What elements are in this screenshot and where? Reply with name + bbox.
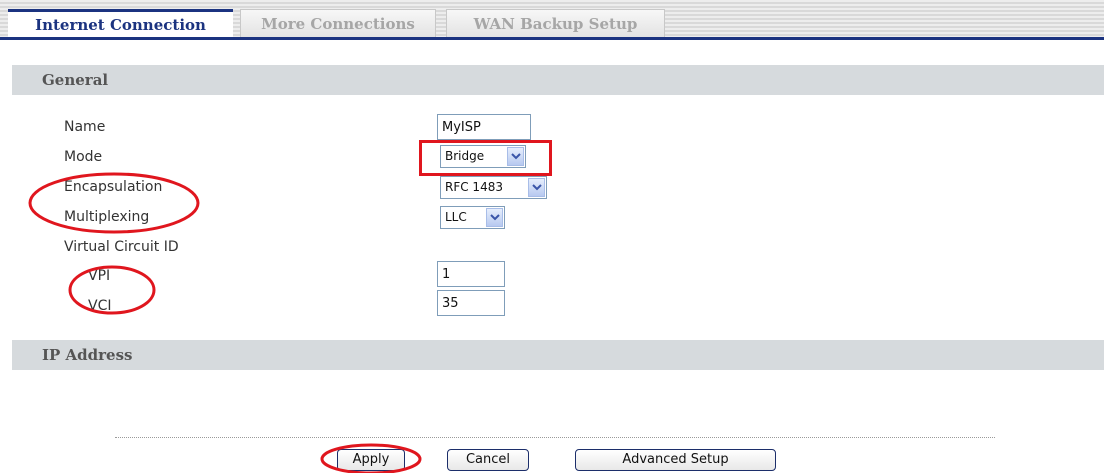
cancel-button[interactable]: Cancel — [447, 449, 529, 471]
tab-more-connections[interactable]: More Connections — [240, 9, 436, 37]
vpi-input[interactable] — [437, 261, 505, 287]
mode-label: Mode — [64, 149, 103, 165]
multiplexing-select-value: LLC — [445, 210, 467, 224]
chevron-down-icon[interactable] — [507, 147, 524, 166]
chevron-down-icon[interactable] — [486, 208, 503, 227]
chevron-down-icon[interactable] — [528, 178, 545, 197]
virtual-circuit-label: Virtual Circuit ID — [64, 239, 179, 255]
section-ip-address-header: IP Address — [12, 340, 1104, 370]
page: Internet Connection More Connections WAN… — [0, 0, 1104, 473]
tab-internet-connection[interactable]: Internet Connection — [8, 9, 233, 39]
multiplexing-label: Multiplexing — [64, 209, 150, 225]
vpi-label: VPI — [88, 268, 111, 284]
mode-select-value: Bridge — [445, 149, 485, 163]
advanced-setup-button[interactable]: Advanced Setup — [575, 449, 776, 471]
mode-select[interactable]: Bridge — [440, 145, 526, 168]
name-input[interactable] — [437, 114, 531, 140]
vci-input[interactable] — [437, 290, 505, 316]
vci-label: VCI — [88, 298, 112, 314]
multiplexing-select[interactable]: LLC — [440, 206, 505, 229]
tab-underline — [0, 37, 1104, 40]
separator — [115, 437, 995, 438]
section-general-header: General — [12, 65, 1104, 95]
tab-bar: Internet Connection More Connections WAN… — [0, 0, 1104, 39]
encapsulation-select-value: RFC 1483 — [445, 180, 503, 194]
encapsulation-label: Encapsulation — [64, 179, 163, 195]
apply-button[interactable]: Apply — [337, 449, 405, 471]
vpi-vci-highlight — [68, 265, 156, 315]
encapsulation-select[interactable]: RFC 1483 — [440, 176, 547, 199]
name-label: Name — [64, 119, 106, 135]
tab-wan-backup-setup[interactable]: WAN Backup Setup — [446, 9, 665, 37]
